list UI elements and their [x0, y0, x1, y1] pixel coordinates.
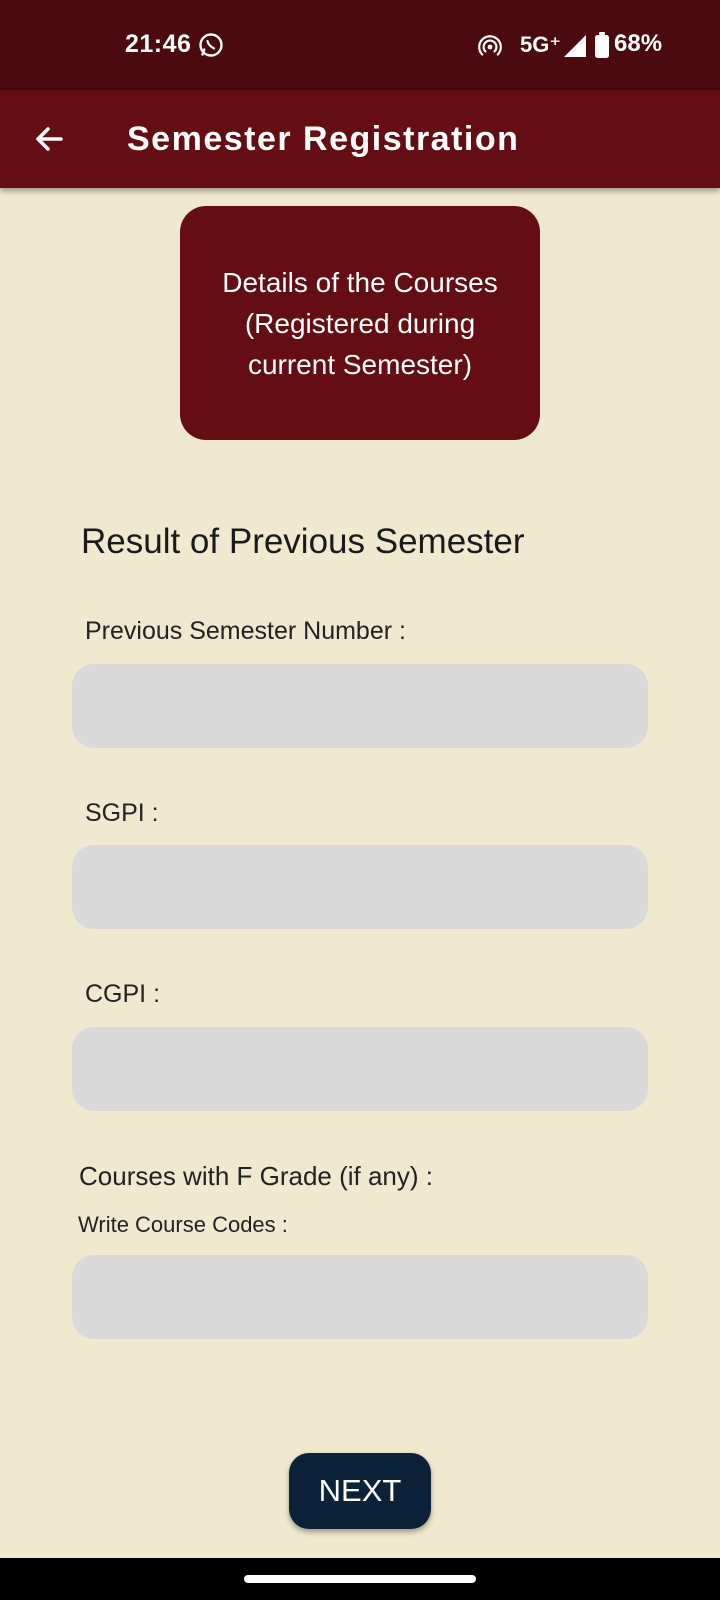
- status-time: 21:46: [125, 30, 192, 58]
- page-title: Semester Registration: [127, 120, 520, 158]
- battery-level: 68%: [614, 30, 663, 57]
- signal-icon: [564, 35, 586, 57]
- cgpi-input[interactable]: [72, 1027, 648, 1111]
- app-bar: Semester Registration: [0, 90, 720, 188]
- course-details-button[interactable]: Details of the Courses (Registered durin…: [180, 206, 540, 440]
- course-codes-input[interactable]: [72, 1255, 648, 1339]
- home-indicator[interactable]: [244, 1575, 476, 1583]
- navigation-bar: [0, 1558, 720, 1600]
- whatsapp-icon: [199, 33, 223, 57]
- back-button[interactable]: [24, 114, 74, 164]
- sgpi-input[interactable]: [72, 845, 648, 929]
- battery-icon: [595, 32, 609, 58]
- cgpi-label: CGPI :: [85, 980, 161, 1008]
- hotspot-icon: [478, 35, 502, 56]
- previous-semester-label: Previous Semester Number :: [85, 617, 406, 645]
- course-codes-sublabel: Write Course Codes :: [78, 1212, 288, 1237]
- next-button[interactable]: NEXT: [289, 1453, 431, 1529]
- section-heading: Result of Previous Semester: [81, 522, 525, 561]
- network-type: 5G⁺: [520, 32, 561, 57]
- arrow-left-icon: [36, 127, 63, 151]
- f-grade-label: Courses with F Grade (if any) :: [79, 1161, 433, 1191]
- previous-semester-input[interactable]: [72, 664, 648, 748]
- sgpi-label: SGPI :: [85, 799, 159, 827]
- course-details-label: Details of the Courses (Registered durin…: [222, 266, 498, 380]
- status-bar: 21:46 5G⁺ 68%: [0, 0, 720, 90]
